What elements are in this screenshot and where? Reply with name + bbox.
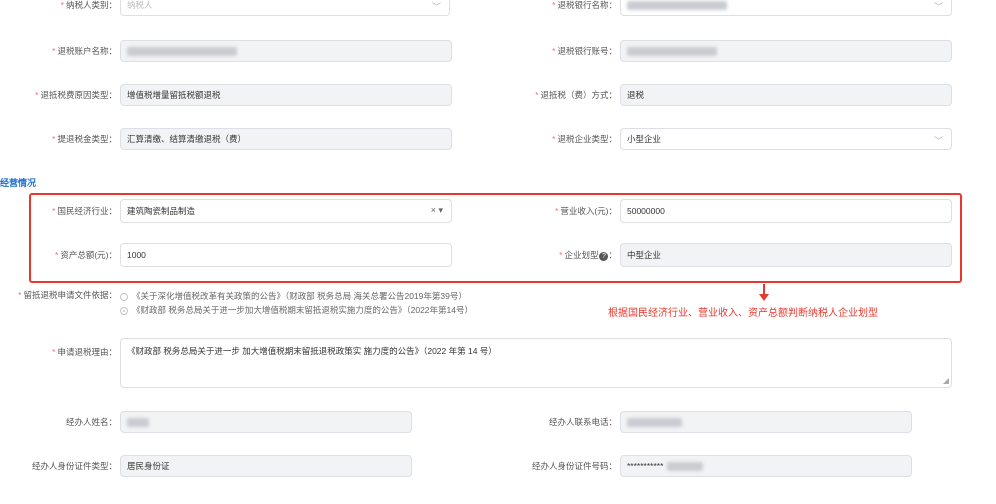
clear-icon[interactable]: × — [431, 205, 436, 215]
taxpayer-type-label: 纳税人类别： — [65, 0, 117, 10]
refund-amount-type-label: 提退税金类型： — [57, 134, 117, 144]
redacted-value — [627, 417, 682, 427]
annotation-arrow-icon — [759, 294, 769, 301]
industry-field: * 国民经济行业： 建筑陶瓷制品制造 × ▾ — [0, 199, 452, 223]
industry-label: 国民经济行业： — [57, 206, 117, 216]
redacted-value — [627, 46, 717, 56]
redacted-value — [127, 46, 237, 56]
agent-id-no-field: 经办人身份证件号码： *********** — [500, 455, 912, 477]
basis-label: 留抵退税申请文件依据： — [23, 290, 117, 300]
refund-amount-type-field: * 提退税金类型： 汇算清缴、结算清缴退税（费） — [0, 128, 452, 150]
chevron-down-icon: ﹀ — [431, 2, 441, 12]
agent-id-type-field: 经办人身份证件类型： 居民身份证 — [0, 455, 412, 477]
basis-label-field: * 留抵退税申请文件依据： — [18, 290, 117, 300]
total-assets-input[interactable]: 1000 — [120, 243, 452, 267]
refund-bank-name-label: 退税银行名称： — [557, 0, 617, 10]
refund-amount-type-input[interactable]: 汇算清缴、结算清缴退税（费） — [120, 128, 452, 150]
refund-bank-account-field: * 退税银行账号： — [500, 40, 952, 62]
agent-phone-input[interactable] — [620, 411, 912, 433]
reason-label: 申请退税理由： — [57, 347, 117, 357]
radio-selected-icon[interactable] — [120, 306, 128, 315]
refund-bank-account-label: 退税银行账号： — [557, 46, 617, 56]
refund-bank-account-input[interactable] — [620, 40, 952, 62]
enterprise-scale-label: 企业划型 — [564, 250, 599, 260]
refund-enterprise-type-select[interactable]: 小型企业 ﹀ — [620, 128, 952, 150]
redacted-value — [627, 0, 727, 10]
refund-enterprise-type-label: 退税企业类型： — [557, 134, 617, 144]
redacted-value — [667, 461, 704, 471]
revenue-label: 营业收入(元)： — [560, 206, 617, 216]
enterprise-scale-input[interactable]: 中型企业 — [620, 243, 952, 267]
radio-icon[interactable] — [120, 292, 128, 301]
agent-phone-label: 经办人联系电话： — [548, 417, 617, 427]
refund-account-name-field: * 退税账户名称： — [0, 40, 452, 62]
revenue-field: * 营业收入(元)： 50000000 — [500, 199, 952, 223]
caret-down-icon[interactable]: ▾ — [438, 205, 443, 215]
refund-method-input[interactable]: 退税 — [620, 84, 952, 106]
agent-id-no-label: 经办人身份证件号码： — [531, 461, 617, 471]
refund-reason-type-field: * 退抵税费原因类型： 增值税增量留抵税额退税 — [0, 84, 452, 106]
agent-name-input[interactable] — [120, 411, 412, 433]
total-assets-label: 资产总额(元)： — [60, 250, 117, 260]
refund-reason-type-input[interactable]: 增值税增量留抵税额退税 — [120, 84, 452, 106]
agent-name-field: 经办人姓名： — [0, 411, 412, 433]
chevron-down-icon: ﹀ — [933, 2, 943, 12]
agent-name-label: 经办人姓名： — [65, 417, 117, 427]
refund-method-label: 退抵税（费）方式： — [540, 90, 617, 100]
basis-option-1[interactable]: 《关于深化增值税改革有关政策的公告》（财政部 税务总局 海关总署公告2019年第… — [120, 290, 467, 302]
refund-method-field: * 退抵税（费）方式： 退税 — [500, 84, 952, 106]
redacted-value — [127, 417, 149, 427]
reason-field: * 申请退税理由： — [52, 347, 117, 357]
total-assets-field: * 资产总额(元)： 1000 — [0, 243, 452, 267]
agent-id-no-input[interactable]: *********** — [620, 455, 912, 477]
agent-phone-field: 经办人联系电话： — [500, 411, 912, 433]
enterprise-scale-field: * 企业划型?： 中型企业 — [500, 243, 952, 267]
refund-bank-name-select[interactable]: ﹀ — [620, 0, 952, 16]
section-title: 经营情况 — [0, 178, 37, 188]
revenue-input[interactable]: 50000000 — [620, 199, 952, 223]
resize-handle-icon[interactable]: ◢ — [943, 376, 949, 385]
basis-option-2[interactable]: 《财政部 税务总局关于进一步加大增值税期末留抵退税实施力度的公告》（2022年第… — [120, 304, 473, 316]
agent-id-type-label: 经办人身份证件类型： — [31, 461, 117, 471]
chevron-down-icon: ﹀ — [933, 136, 943, 146]
annotation-note: 根据国民经济行业、营业收入、资产总额判断纳税人企业划型 — [608, 308, 878, 319]
refund-reason-type-label: 退抵税费原因类型： — [40, 90, 117, 100]
reason-textarea[interactable]: 《财政部 税务总局关于进一步 加大增值税期末留抵退税政策实 施力度的公告》（20… — [120, 338, 952, 388]
industry-select[interactable]: 建筑陶瓷制品制造 × ▾ — [120, 199, 452, 223]
taxpayer-type-field: * 纳税人类别： 纳税人 ﹀ — [0, 0, 450, 16]
taxpayer-type-select[interactable]: 纳税人 ﹀ — [120, 0, 450, 16]
refund-bank-name-field: * 退税银行名称： ﹀ — [500, 0, 952, 16]
refund-account-name-input[interactable] — [120, 40, 452, 62]
agent-id-type-input[interactable]: 居民身份证 — [120, 455, 412, 477]
refund-enterprise-type-field: * 退税企业类型： 小型企业 ﹀ — [500, 128, 952, 150]
refund-account-name-label: 退税账户名称： — [57, 46, 117, 56]
